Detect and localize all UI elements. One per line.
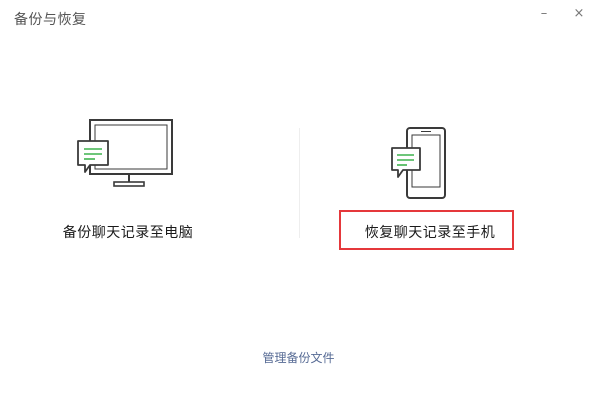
backup-restore-window: 备份与恢复 – × 备份聊天记录至电脑 恢复聊天记录至手机 管理备份文件 [0,0,597,400]
window-title: 备份与恢复 [14,12,87,28]
minimize-button[interactable]: – [533,3,555,25]
highlight-box [339,210,514,250]
manage-backup-files-link[interactable]: 管理备份文件 [0,349,597,366]
backup-to-pc-label: 备份聊天记录至电脑 [62,225,194,241]
backup-to-pc-option[interactable]: 备份聊天记录至电脑 [8,115,248,265]
monitor-chat-icon [77,119,173,187]
close-button[interactable]: × [568,3,590,25]
phone-chat-icon [391,127,446,199]
option-divider [299,128,300,238]
